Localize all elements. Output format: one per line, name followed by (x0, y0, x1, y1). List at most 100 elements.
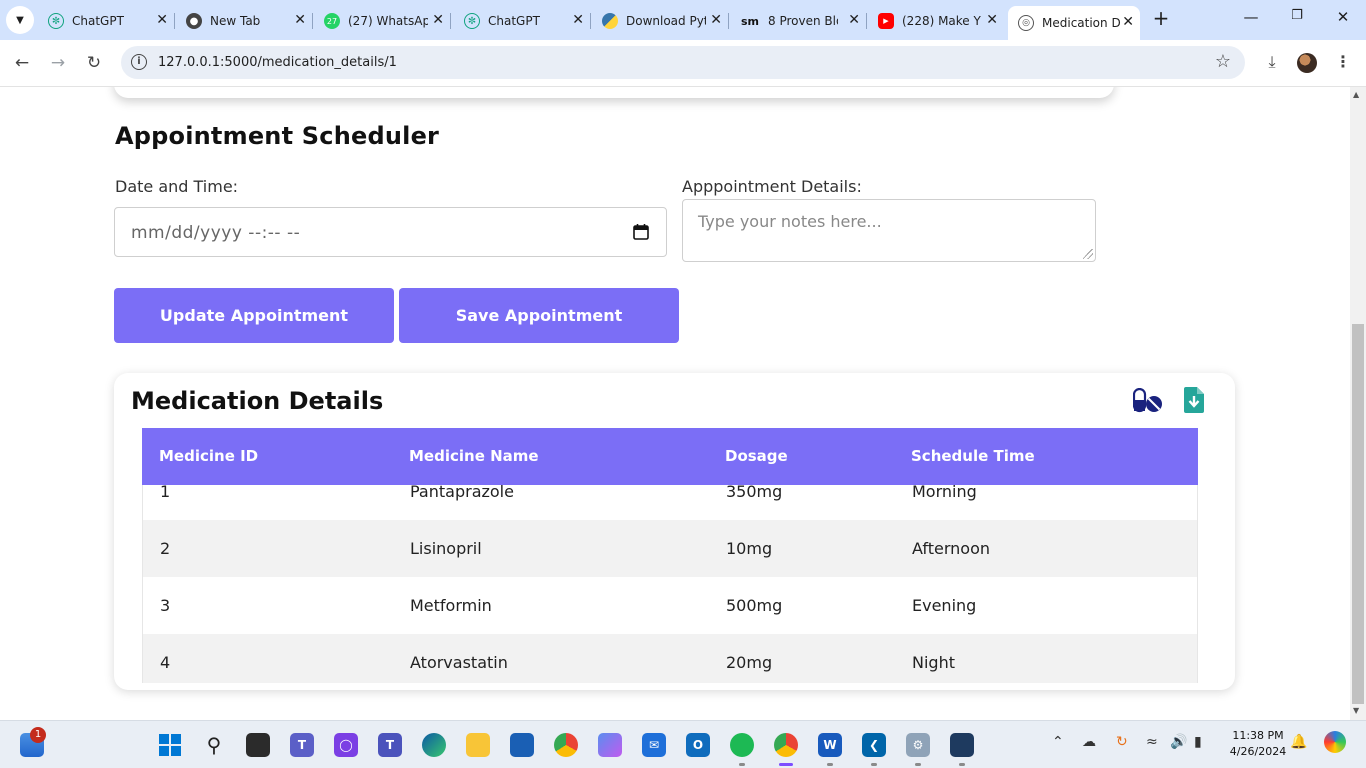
show-hidden-icons-chevron-icon[interactable]: ⌃ (1052, 734, 1064, 750)
vscode-icon[interactable]: ❮ (862, 733, 886, 766)
table-row[interactable]: 2 Lisinopril 10mg Afternoon (142, 520, 1198, 577)
close-icon[interactable]: ✕ (1122, 14, 1134, 30)
resize-handle-icon[interactable] (1083, 249, 1093, 259)
table-header: Medicine ID Medicine Name Dosage Schedul… (142, 428, 1198, 485)
column-header[interactable]: Medicine ID (159, 447, 258, 465)
outlook-icon[interactable]: O (686, 733, 710, 757)
wifi-icon[interactable]: ≈ (1146, 734, 1158, 750)
date-time-label: Date and Time: (115, 177, 239, 196)
calendar-icon[interactable] (632, 223, 650, 241)
teams-icon[interactable]: T (378, 733, 402, 757)
tab-search-button[interactable]: ▼ (6, 6, 34, 34)
scroll-down-arrow-icon[interactable]: ▼ (1353, 706, 1359, 715)
table-cell: Metformin (410, 596, 492, 615)
tab-whatsapp[interactable]: 27 (27) WhatsApp ✕ (314, 8, 451, 34)
restore-button[interactable]: ❐ (1282, 8, 1312, 32)
menu-kebab-icon[interactable]: ⋮ (1332, 52, 1354, 74)
volume-icon[interactable]: 🔊 (1170, 734, 1187, 750)
table-cell: Evening (912, 596, 977, 615)
close-icon[interactable]: ✕ (432, 12, 444, 28)
snipping-tool-icon[interactable] (950, 733, 974, 766)
save-appointment-button[interactable]: Save Appointment (399, 288, 679, 343)
table-cell: 10mg (726, 539, 773, 558)
chrome-alt-icon[interactable] (554, 733, 578, 757)
pills-icon[interactable] (1133, 388, 1163, 414)
table-row[interactable]: 3 Metformin 500mg Evening (142, 577, 1198, 634)
forward-button[interactable]: → (46, 51, 70, 75)
teams-chat-icon[interactable]: T (290, 733, 314, 757)
tab-medication-active[interactable]: ◎ Medication D ✕ (1008, 6, 1140, 40)
column-header[interactable]: Medicine Name (409, 447, 539, 465)
task-view-icon[interactable] (246, 733, 270, 757)
spotify-icon[interactable] (730, 733, 754, 766)
scrollbar-thumb[interactable] (1352, 324, 1364, 704)
table-cell: 2 (160, 539, 171, 558)
site-info-icon[interactable]: i (131, 54, 147, 70)
chrome-taskbar-icon[interactable] (774, 733, 798, 766)
close-icon[interactable]: ✕ (986, 12, 998, 28)
close-icon[interactable]: ✕ (572, 12, 584, 28)
date-time-input[interactable]: mm/dd/yyyy --:-- -- (114, 207, 667, 257)
clock-date: 4/26/2024 (1229, 745, 1287, 758)
column-header[interactable]: Schedule Time (911, 447, 1035, 465)
minimize-button[interactable]: — (1236, 8, 1266, 32)
appointment-notes-textarea[interactable]: Type your notes here... (682, 199, 1096, 262)
file-explorer-icon[interactable] (466, 733, 490, 757)
bookmark-star-icon[interactable]: ☆ (1215, 51, 1231, 72)
table-cell: 20mg (726, 653, 773, 672)
sync-icon[interactable]: ↻ (1116, 734, 1128, 750)
close-icon[interactable]: ✕ (710, 12, 722, 28)
browser-toolbar: ← → ↻ i 127.0.0.1:5000/medication_detail… (0, 40, 1366, 87)
taskbar-clock[interactable]: 11:38 PM 4/26/2024 (1222, 728, 1294, 760)
tab-title: Medication D (1042, 16, 1121, 30)
store-icon[interactable] (510, 733, 534, 757)
tab-proven-blog[interactable]: sm 8 Proven Blo ✕ (730, 8, 867, 34)
table-row[interactable]: 4 Atorvastatin 20mg Night (142, 634, 1198, 683)
notes-placeholder: Type your notes here... (698, 212, 882, 231)
download-icon[interactable]: ⤓ (1261, 52, 1283, 74)
table-cell: Lisinopril (410, 539, 482, 558)
page-scrollbar[interactable]: ▲ ▼ (1350, 87, 1366, 720)
copilot-preview-icon[interactable] (1324, 731, 1346, 753)
python-icon (602, 13, 618, 29)
chatgpt-icon: ✼ (464, 13, 480, 29)
mail-icon[interactable]: ✉ (642, 733, 666, 757)
browser-tab-strip: ▼ ✼ ChatGPT ✕ ● New Tab ✕ 27 (27) WhatsA… (0, 0, 1366, 40)
profile-avatar[interactable] (1297, 53, 1317, 73)
close-icon[interactable]: ✕ (156, 12, 168, 28)
tab-youtube[interactable]: ▶ (228) Make Y ✕ (868, 8, 1004, 34)
tab-chatgpt-2[interactable]: ✼ ChatGPT ✕ (454, 8, 591, 34)
copilot-icon[interactable] (598, 733, 622, 757)
update-appointment-button[interactable]: Update Appointment (114, 288, 394, 343)
scroll-up-arrow-icon[interactable]: ▲ (1353, 90, 1359, 99)
address-bar[interactable]: i 127.0.0.1:5000/medication_details/1 ☆ (121, 46, 1245, 79)
edge-icon[interactable] (422, 733, 446, 757)
new-tab-button[interactable]: + (1150, 8, 1172, 30)
tab-title: Download Python (626, 14, 706, 28)
close-icon[interactable]: ✕ (848, 12, 860, 28)
column-header[interactable]: Dosage (725, 447, 788, 465)
reload-button[interactable]: ↻ (82, 51, 106, 75)
word-icon[interactable]: W (818, 733, 842, 766)
back-button[interactable]: ← (10, 51, 34, 75)
close-icon[interactable]: ✕ (294, 12, 306, 28)
file-download-icon[interactable] (1184, 387, 1204, 413)
tab-new-tab[interactable]: ● New Tab ✕ (176, 8, 313, 34)
cortana-icon[interactable]: ◯ (334, 733, 358, 757)
onedrive-cloud-icon[interactable]: ☁ (1082, 734, 1096, 750)
appointment-details-label: Apppointment Details: (682, 177, 862, 196)
medication-card: Medication Details Medicine ID Medicine … (114, 373, 1235, 690)
table-cell: 3 (160, 596, 171, 615)
tab-title: (228) Make Y (902, 14, 981, 28)
tab-download-python[interactable]: Download Python ✕ (592, 8, 729, 34)
window-close-button[interactable]: ✕ (1328, 8, 1358, 32)
windows-start-icon[interactable] (158, 733, 182, 757)
chrome-icon: ● (186, 13, 202, 29)
whatsapp-icon: 27 (324, 13, 340, 29)
tab-chatgpt-1[interactable]: ✼ ChatGPT ✕ (38, 8, 175, 34)
battery-icon[interactable]: ▮ (1194, 734, 1202, 750)
table-cell: Atorvastatin (410, 653, 508, 672)
notification-bell-icon[interactable]: 🔔 (1290, 734, 1307, 750)
settings-gear-icon[interactable]: ⚙ (906, 733, 930, 766)
search-icon[interactable]: ⚲ (202, 733, 226, 757)
